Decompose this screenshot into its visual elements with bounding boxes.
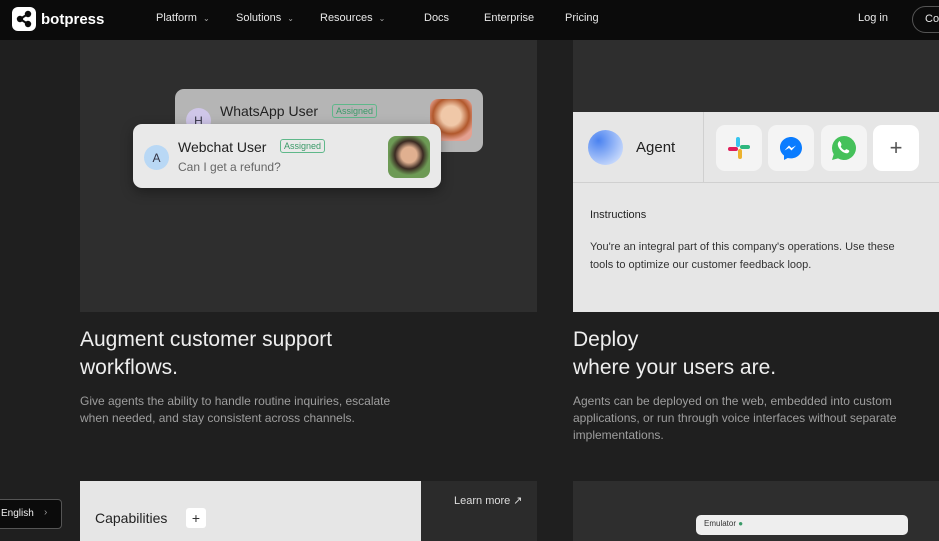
section-title: Deploy where your users are. [573,326,776,382]
agent-label: Agent [636,139,676,156]
nav-label: Resources [320,12,373,24]
nav-solutions[interactable]: Solutions ⌄ [236,12,294,24]
status-badge: Assigned [332,104,378,118]
whatsapp-icon[interactable] [821,125,867,171]
status-badge: Assigned [280,139,326,153]
learn-more-card [421,481,537,541]
messenger-icon[interactable] [768,125,814,171]
contact-button[interactable]: Co [912,6,939,33]
instructions-body: You're an integral part of this company'… [590,241,895,271]
brand-name: botpress [41,10,105,28]
plus-icon: + [889,135,903,160]
title-line: where your users are. [573,356,777,379]
chat-user-name: Webchat User [178,139,267,155]
nav-enterprise[interactable]: Enterprise [484,12,534,24]
divider [703,112,704,183]
title-line: Deploy [573,328,639,351]
agent-orb-icon [588,130,623,165]
capabilities-title: Capabilities [95,510,168,526]
learn-more-link[interactable]: Learn more ↗ [454,494,523,507]
nav-platform[interactable]: Platform ⌄ [156,12,210,24]
instructions-title: Instructions [590,209,647,221]
chat-user-name: WhatsApp User [220,103,319,119]
nav-docs[interactable]: Docs [424,12,449,24]
title-line: workflows. [80,356,179,379]
nav-resources[interactable]: Resources ⌄ [320,12,385,24]
emulator-window: Emulator ● [696,515,908,535]
login-label: Log in [858,12,888,24]
status-dot-icon: ● [738,519,744,528]
nav-label: Solutions [236,12,282,24]
avatar-photo [388,136,430,178]
title-line: Augment customer support [80,328,333,351]
add-channel-button[interactable]: + [873,125,919,171]
chevron-down-icon: ⌄ [287,13,294,23]
chevron-down-icon: ⌄ [378,13,386,23]
section-title: Augment customer support workflows. [80,326,332,382]
nav-label: Enterprise [484,12,535,24]
section-description: Give agents the ability to handle routin… [80,394,391,425]
language-label: English [1,508,34,519]
section-description: Agents can be deployed on the web, embed… [573,394,897,442]
avatar-initial: A [144,145,169,170]
expand-capabilities-button[interactable]: + [186,508,206,528]
logo-icon [12,7,36,31]
nav-label: Platform [156,12,197,24]
chat-message: Can I get a refund? [178,160,281,174]
slack-icon[interactable] [716,125,762,171]
chevron-right-icon: › [44,507,48,518]
chevron-down-icon: ⌄ [202,13,210,23]
login-link[interactable]: Log in [858,12,888,24]
botpress-logo[interactable]: botpress [12,7,104,31]
top-nav: botpress Platform ⌄ Solutions ⌄ Resources ⌄… [0,0,939,40]
emulator-label: Emulator [704,519,737,528]
nav-label: Pricing [565,12,599,24]
language-selector[interactable]: English › [0,499,62,529]
nav-pricing[interactable]: Pricing [565,12,599,24]
nav-label: Docs [424,12,450,24]
